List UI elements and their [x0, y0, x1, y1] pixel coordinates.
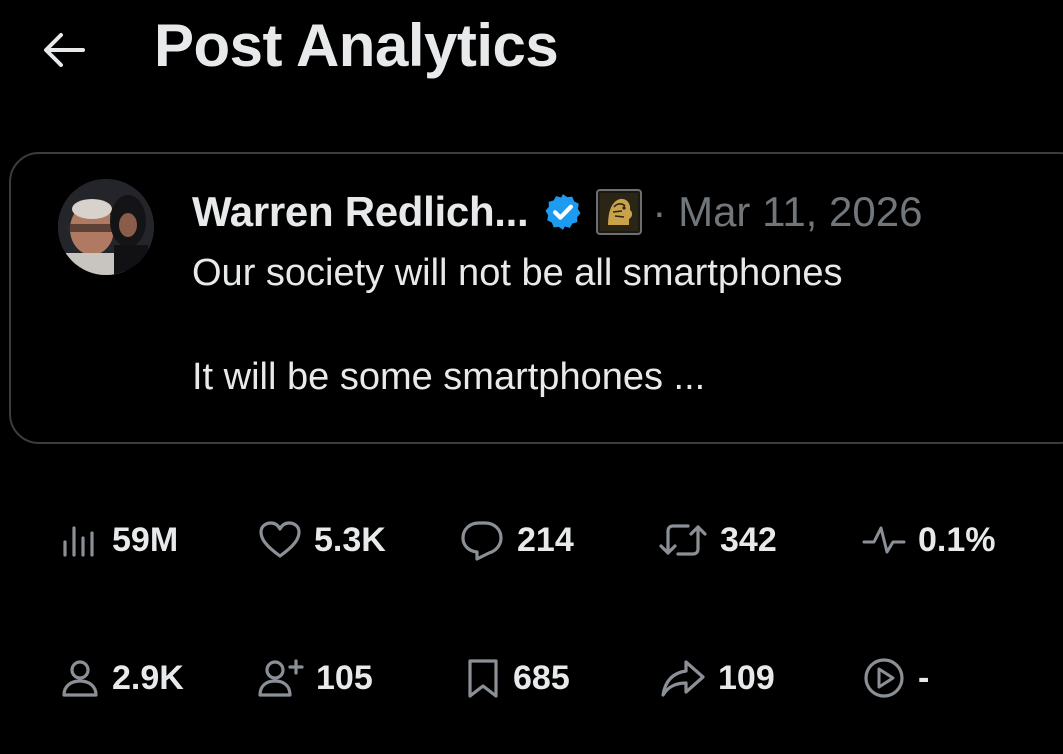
follows-metric[interactable]: 105 — [258, 653, 373, 703]
header: Post Analytics — [0, 0, 1063, 110]
views-metric[interactable]: 59M — [60, 515, 178, 565]
follow-icon — [258, 658, 304, 698]
video-views-count: - — [918, 658, 930, 697]
likes-count: 5.3K — [314, 520, 386, 559]
avatar-photo — [58, 179, 154, 275]
engagement-metric[interactable]: 0.1% — [862, 515, 996, 565]
profile-visit-icon — [60, 658, 100, 698]
views-chart-icon — [60, 522, 100, 558]
shares-count: 109 — [718, 658, 775, 697]
profile-visits-count: 2.9K — [112, 658, 184, 697]
reply-bubble-icon — [459, 519, 505, 561]
author-name[interactable]: Warren Redlich... — [192, 188, 529, 236]
arrow-left-icon — [44, 33, 85, 67]
back-button[interactable] — [36, 22, 92, 78]
shares-metric[interactable]: 109 — [660, 653, 775, 703]
lion-badge-icon[interactable] — [596, 189, 643, 235]
engagement-pulse-icon — [862, 522, 906, 558]
bookmarks-count: 685 — [513, 658, 570, 697]
share-icon — [660, 658, 706, 698]
reposts-count: 342 — [720, 520, 777, 559]
author-row: Warren Redlich... · Mar 11, 2026 — [192, 186, 922, 238]
follows-count: 105 — [316, 658, 373, 697]
post-date[interactable]: · Mar 11, 2026 — [652, 188, 922, 236]
profile-visits-metric[interactable]: 2.9K — [60, 653, 184, 703]
views-count: 59M — [112, 520, 179, 559]
post-date-text: Mar 11, 2026 — [678, 188, 923, 235]
post-text-line-1: Our society will not be all smartphones — [192, 252, 843, 294]
replies-metric[interactable]: 214 — [459, 515, 574, 565]
replies-count: 214 — [517, 520, 574, 559]
repost-icon — [658, 521, 708, 559]
page-title: Post Analytics — [154, 12, 559, 79]
bookmarks-metric[interactable]: 685 — [465, 653, 570, 703]
avatar[interactable] — [58, 179, 154, 275]
bookmark-icon — [465, 657, 501, 699]
reposts-metric[interactable]: 342 — [658, 515, 777, 565]
engagement-rate: 0.1% — [918, 520, 996, 559]
video-views-metric[interactable]: - — [862, 653, 929, 703]
video-play-icon — [862, 656, 906, 700]
likes-metric[interactable]: 5.3K — [258, 515, 386, 565]
heart-icon — [258, 520, 302, 560]
verified-badge-icon[interactable] — [542, 191, 584, 233]
post-text-line-2: It will be some smartphones ... — [192, 356, 706, 398]
